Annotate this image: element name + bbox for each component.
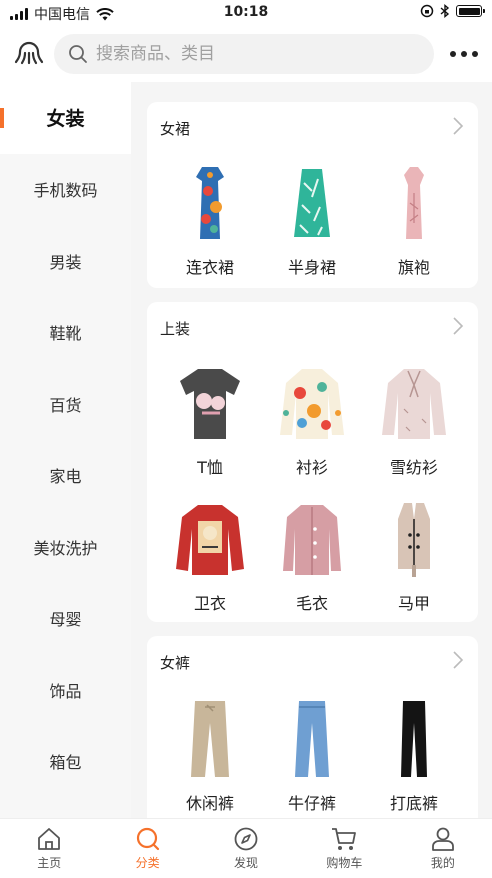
sidebar-item-label: 家电 xyxy=(49,467,82,487)
category-item[interactable]: 打底裤 xyxy=(364,694,464,814)
top-header xyxy=(0,26,492,82)
sweatshirt-icon xyxy=(176,505,244,575)
category-item[interactable]: 马甲 xyxy=(364,494,464,614)
profile-icon xyxy=(431,827,454,851)
category-item[interactable]: 连衣裙 xyxy=(160,158,260,278)
status-bar: 中国电信 10:18 xyxy=(0,0,492,26)
section-card-dresses: 女裙 连衣裙 半身裙 旗袍 xyxy=(147,102,478,288)
octopus-logo-icon[interactable] xyxy=(14,38,44,68)
sidebar-item-accessories[interactable]: 饰品 xyxy=(0,654,131,726)
chevron-right-icon[interactable] xyxy=(452,116,464,136)
status-right xyxy=(420,4,485,18)
tab-category[interactable]: 分类 xyxy=(98,819,196,878)
category-sidebar: 女装 手机数码 男装 鞋靴 百货 家电 美妆洗护 母婴 饰品 箱包 xyxy=(0,82,131,818)
sidebar-item-baby[interactable]: 母婴 xyxy=(0,583,131,655)
search-input[interactable] xyxy=(96,44,416,64)
bluetooth-icon xyxy=(440,4,450,18)
section-title: 女裙 xyxy=(160,120,191,138)
tab-label: 发现 xyxy=(234,856,259,870)
category-item-label: 牛仔裤 xyxy=(287,794,336,813)
section-card-pants: 女裤 休闲裤 牛仔裤 打底裤 xyxy=(147,636,478,818)
chevron-right-icon[interactable] xyxy=(452,650,464,670)
status-time: 10:18 xyxy=(223,4,269,20)
category-item[interactable]: 牛仔裤 xyxy=(262,694,362,814)
sidebar-item-label: 鞋靴 xyxy=(49,324,82,344)
tab-label: 主页 xyxy=(37,856,62,870)
sidebar-item-label: 饰品 xyxy=(49,681,82,701)
tab-cart[interactable]: 购物车 xyxy=(295,819,393,878)
section-card-tops: 上装 T恤 衬衫 雪纺衫 卫衣 毛衣 马甲 xyxy=(147,302,478,622)
section-title: 上装 xyxy=(160,320,191,338)
category-item-label: 马甲 xyxy=(397,594,430,613)
tab-home[interactable]: 主页 xyxy=(0,819,98,878)
sidebar-item-label: 箱包 xyxy=(49,753,82,773)
sidebar-item-bags[interactable]: 箱包 xyxy=(0,726,131,798)
sidebar-item-shoes[interactable]: 鞋靴 xyxy=(0,297,131,369)
casual-pants-icon xyxy=(191,701,229,777)
category-item[interactable]: 毛衣 xyxy=(262,494,362,614)
sidebar-item-label: 母婴 xyxy=(49,610,82,630)
category-item-label: 半身裙 xyxy=(287,258,336,277)
sidebar-item-general[interactable]: 百货 xyxy=(0,368,131,440)
compass-icon xyxy=(234,827,258,851)
category-item[interactable]: 雪纺衫 xyxy=(364,358,464,478)
vest-icon xyxy=(398,503,430,577)
tab-label: 我的 xyxy=(430,856,455,870)
sidebar-item-digital[interactable]: 手机数码 xyxy=(0,154,131,226)
category-item[interactable]: 衬衫 xyxy=(262,358,362,478)
home-icon xyxy=(38,828,61,850)
midi-skirt-icon xyxy=(294,169,330,237)
category-item[interactable]: T恤 xyxy=(160,358,260,478)
sidebar-item-label: 美妆洗护 xyxy=(33,538,98,558)
sidebar-item-womens[interactable]: 女装 xyxy=(0,82,131,154)
search-icon xyxy=(69,45,87,63)
tab-label: 分类 xyxy=(135,856,160,870)
sidebar-item-beauty[interactable]: 美妆洗护 xyxy=(0,511,131,583)
category-item-label: 休闲裤 xyxy=(185,794,234,813)
leggings-icon xyxy=(401,701,427,777)
more-dots-icon[interactable] xyxy=(450,44,478,64)
category-item[interactable]: 休闲裤 xyxy=(160,694,260,814)
battery-icon xyxy=(456,5,485,17)
category-item-label: 打底裤 xyxy=(389,794,438,813)
category-item-label: 衬衫 xyxy=(295,458,328,477)
category-item-label: 毛衣 xyxy=(295,594,328,613)
tab-profile[interactable]: 我的 xyxy=(394,819,492,878)
sidebar-item-appliances[interactable]: 家电 xyxy=(0,440,131,512)
sidebar-item-label: 男装 xyxy=(49,252,82,272)
chevron-right-icon[interactable] xyxy=(452,316,464,336)
category-item-label: 卫衣 xyxy=(193,594,226,613)
floral-dress-icon xyxy=(196,167,224,239)
category-item-label: T恤 xyxy=(197,458,223,477)
chiffon-blouse-icon xyxy=(382,369,446,439)
section-title: 女裤 xyxy=(160,654,191,672)
category-item-label: 连衣裙 xyxy=(185,258,234,277)
bottom-tab-bar: 主页 分类 发现 购物车 我的 xyxy=(0,818,492,878)
sidebar-item-label: 手机数码 xyxy=(33,181,98,201)
sidebar-item-label: 女装 xyxy=(46,108,85,131)
shirt-icon xyxy=(280,369,344,439)
sidebar-item-mens[interactable]: 男装 xyxy=(0,225,131,297)
category-item[interactable]: 半身裙 xyxy=(262,158,362,278)
category-search-icon xyxy=(136,827,159,851)
sidebar-item-label: 百货 xyxy=(49,395,82,415)
jeans-icon xyxy=(295,701,329,777)
tshirt-icon xyxy=(180,369,240,439)
qipao-icon xyxy=(404,167,424,239)
cardigan-icon xyxy=(283,505,341,575)
tab-label: 购物车 xyxy=(326,856,363,870)
tab-discover[interactable]: 发现 xyxy=(197,819,295,878)
category-item[interactable]: 旗袍 xyxy=(364,158,464,278)
orientation-lock-icon xyxy=(420,4,434,18)
category-item[interactable]: 卫衣 xyxy=(160,494,260,614)
category-item-label: 雪纺衫 xyxy=(389,458,438,477)
category-content: 女裙 连衣裙 半身裙 旗袍 上装 T恤 衬衫 雪纺衫 卫衣 毛衣 马甲 女裤 休… xyxy=(131,82,492,818)
category-item-label: 旗袍 xyxy=(397,258,430,277)
cart-icon xyxy=(332,828,357,850)
search-bar[interactable] xyxy=(54,34,434,74)
